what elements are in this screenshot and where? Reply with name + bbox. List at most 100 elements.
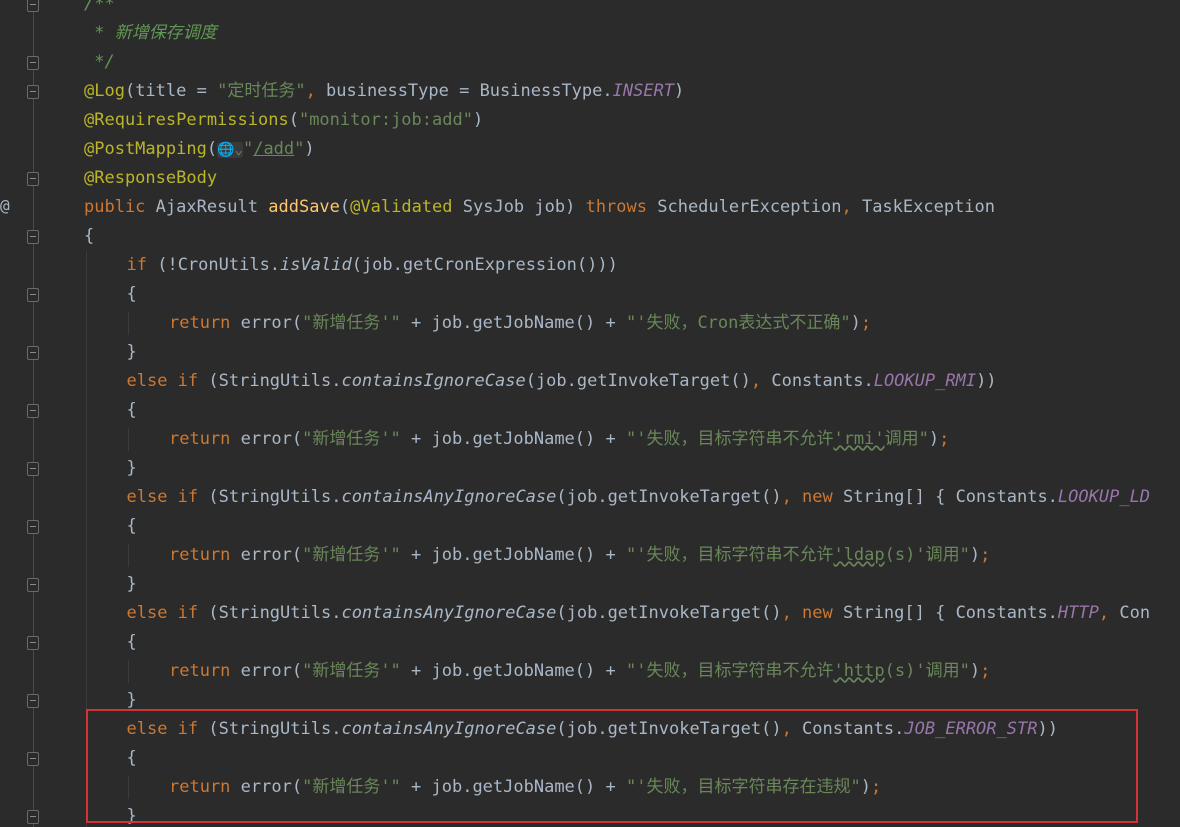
code-line[interactable]: else if (StringUtils.containsAnyIgnoreCa… xyxy=(127,483,1151,512)
code-token: Con xyxy=(1119,603,1151,623)
code-token: addSave xyxy=(268,197,340,217)
code-token: "'失败，目标字符串不允许 xyxy=(625,661,834,681)
code-token: ) xyxy=(850,313,861,333)
indent-guide xyxy=(128,660,129,683)
code-line[interactable]: @ResponseBody xyxy=(84,164,217,193)
code-token: String[] { Constants. xyxy=(842,603,1058,623)
code-token: "新增任务'" xyxy=(302,313,401,333)
code-line[interactable]: { xyxy=(84,222,94,251)
code-token: return xyxy=(169,661,241,681)
code-token: TaskException xyxy=(861,197,996,217)
code-token: } xyxy=(126,458,137,478)
code-line[interactable]: * 新增保存调度 xyxy=(84,19,217,48)
code-line[interactable]: */ xyxy=(84,48,114,77)
code-token: 'ldap xyxy=(833,545,885,565)
code-token: ) xyxy=(304,139,315,159)
code-token: "'失败，目标字符串不允许 xyxy=(625,545,834,565)
code-token: "新增任务'" xyxy=(302,429,401,449)
code-token: 调用" xyxy=(884,429,929,449)
code-token: "新增任务'" xyxy=(302,661,401,681)
code-line[interactable]: public AjaxResult addSave(@Validated Sys… xyxy=(84,193,995,222)
code-line[interactable]: else if (StringUtils.containsAnyIgnoreCa… xyxy=(127,599,1151,628)
code-line[interactable]: /** xyxy=(84,0,115,19)
code-line[interactable]: { xyxy=(127,280,137,309)
code-token: public xyxy=(84,197,156,217)
code-line[interactable]: if (!CronUtils.isValid(job.getCronExpres… xyxy=(127,251,618,280)
code-token: return xyxy=(169,313,241,333)
code-line[interactable]: { xyxy=(127,396,137,425)
code-token: return xyxy=(169,545,241,565)
code-token: { xyxy=(126,632,137,652)
code-token: String[] { Constants. xyxy=(842,487,1058,507)
code-editor[interactable]: /** * 新增保存调度 */ @Log(title = "定时任务", busi… xyxy=(0,0,1180,827)
code-token: return xyxy=(169,429,241,449)
code-token: ; xyxy=(980,545,991,565)
code-token: (StringUtils. xyxy=(208,603,342,623)
code-token: HTTP xyxy=(1057,603,1099,623)
code-line[interactable]: else if (StringUtils.containsIgnoreCase(… xyxy=(127,367,997,396)
code-line[interactable]: return error("新增任务'" + job.getJobName() … xyxy=(169,309,871,338)
code-token: ( xyxy=(288,110,299,130)
code-token: (!CronUtils. xyxy=(157,255,281,275)
code-token: else if xyxy=(126,487,209,507)
code-token: , new xyxy=(781,603,843,623)
code-token: containsAnyIgnoreCase xyxy=(341,487,557,507)
code-token: 'rmi' xyxy=(833,429,885,449)
code-line[interactable]: @PostMapping(🌐⌄"/add") xyxy=(84,135,315,164)
code-token: (job.getInvokeTarget() xyxy=(525,371,751,391)
code-line[interactable]: { xyxy=(127,512,137,541)
code-token: (StringUtils. xyxy=(208,487,342,507)
code-token: , xyxy=(305,81,327,101)
code-token: ; xyxy=(980,661,991,681)
code-token: } xyxy=(126,342,137,362)
code-token: SysJob job) xyxy=(462,197,586,217)
code-token: /** xyxy=(84,0,115,14)
code-line[interactable]: @RequiresPermissions("monitor:job:add") xyxy=(84,106,483,135)
code-token: { xyxy=(126,284,137,304)
code-token: ) xyxy=(969,545,981,565)
code-line[interactable]: @Log(title = "定时任务", businessType = Busi… xyxy=(84,77,684,106)
code-line[interactable]: } xyxy=(127,570,137,599)
code-token: "新增任务'" xyxy=(302,545,401,565)
code-token: @PostMapping xyxy=(84,139,207,159)
code-token: isValid xyxy=(280,255,352,275)
code-token: @ResponseBody xyxy=(84,168,218,188)
code-line[interactable]: } xyxy=(127,454,137,483)
code-token: 'http xyxy=(833,661,885,681)
code-line[interactable]: } xyxy=(127,338,137,367)
code-line[interactable]: return error("新增任务'" + job.getJobName() … xyxy=(169,657,990,686)
code-token: (job.getInvokeTarget() xyxy=(556,487,782,507)
code-token: , xyxy=(1098,603,1120,623)
code-token: (job.getCronExpression())) xyxy=(351,255,618,275)
code-token: * 新增保存调度 xyxy=(84,23,217,43)
code-token: " xyxy=(242,139,254,159)
code-token: /add xyxy=(253,139,295,159)
code-token: containsAnyIgnoreCase xyxy=(341,603,557,623)
code-token: INSERT xyxy=(612,81,675,101)
code-token: error( xyxy=(240,313,303,333)
code-token: + job.getJobName() + xyxy=(400,429,626,449)
code-line[interactable]: return error("新增任务'" + job.getJobName() … xyxy=(169,425,949,454)
code-token: (job.getInvokeTarget() xyxy=(556,603,782,623)
code-line[interactable]: return error("新增任务'" + job.getJobName() … xyxy=(169,541,990,570)
code-token: error( xyxy=(240,661,303,681)
code-token: ; xyxy=(939,429,950,449)
url-globe-icon[interactable]: 🌐⌄ xyxy=(217,142,243,158)
code-token: throws xyxy=(585,197,658,217)
code-token: error( xyxy=(240,429,303,449)
code-token: + job.getJobName() + xyxy=(400,545,626,565)
code-token: "monitor:job:add" xyxy=(298,110,473,130)
code-line[interactable]: { xyxy=(127,628,137,657)
code-token: ) xyxy=(472,110,484,130)
code-token: @Validated xyxy=(350,197,463,217)
code-token: (title = xyxy=(124,81,218,101)
code-token: ; xyxy=(860,313,872,333)
code-token: LOOKUP_LD xyxy=(1057,487,1151,507)
code-token: (s)'调用" xyxy=(884,545,970,565)
code-token: businessType = BusinessType. xyxy=(326,81,613,101)
code-token: } xyxy=(126,690,137,710)
code-token: ) xyxy=(969,661,981,681)
code-token: ( xyxy=(206,139,218,159)
code-token: else if xyxy=(126,371,209,391)
code-token: , new xyxy=(781,487,843,507)
